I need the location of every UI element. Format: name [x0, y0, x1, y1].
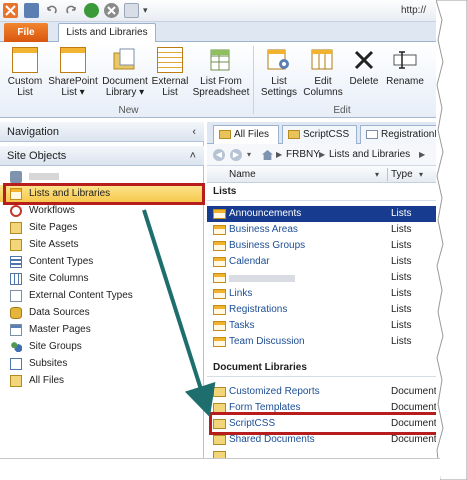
torn-edge	[436, 0, 467, 480]
pointer-arrow	[142, 209, 216, 418]
bottom-edge	[0, 458, 440, 480]
